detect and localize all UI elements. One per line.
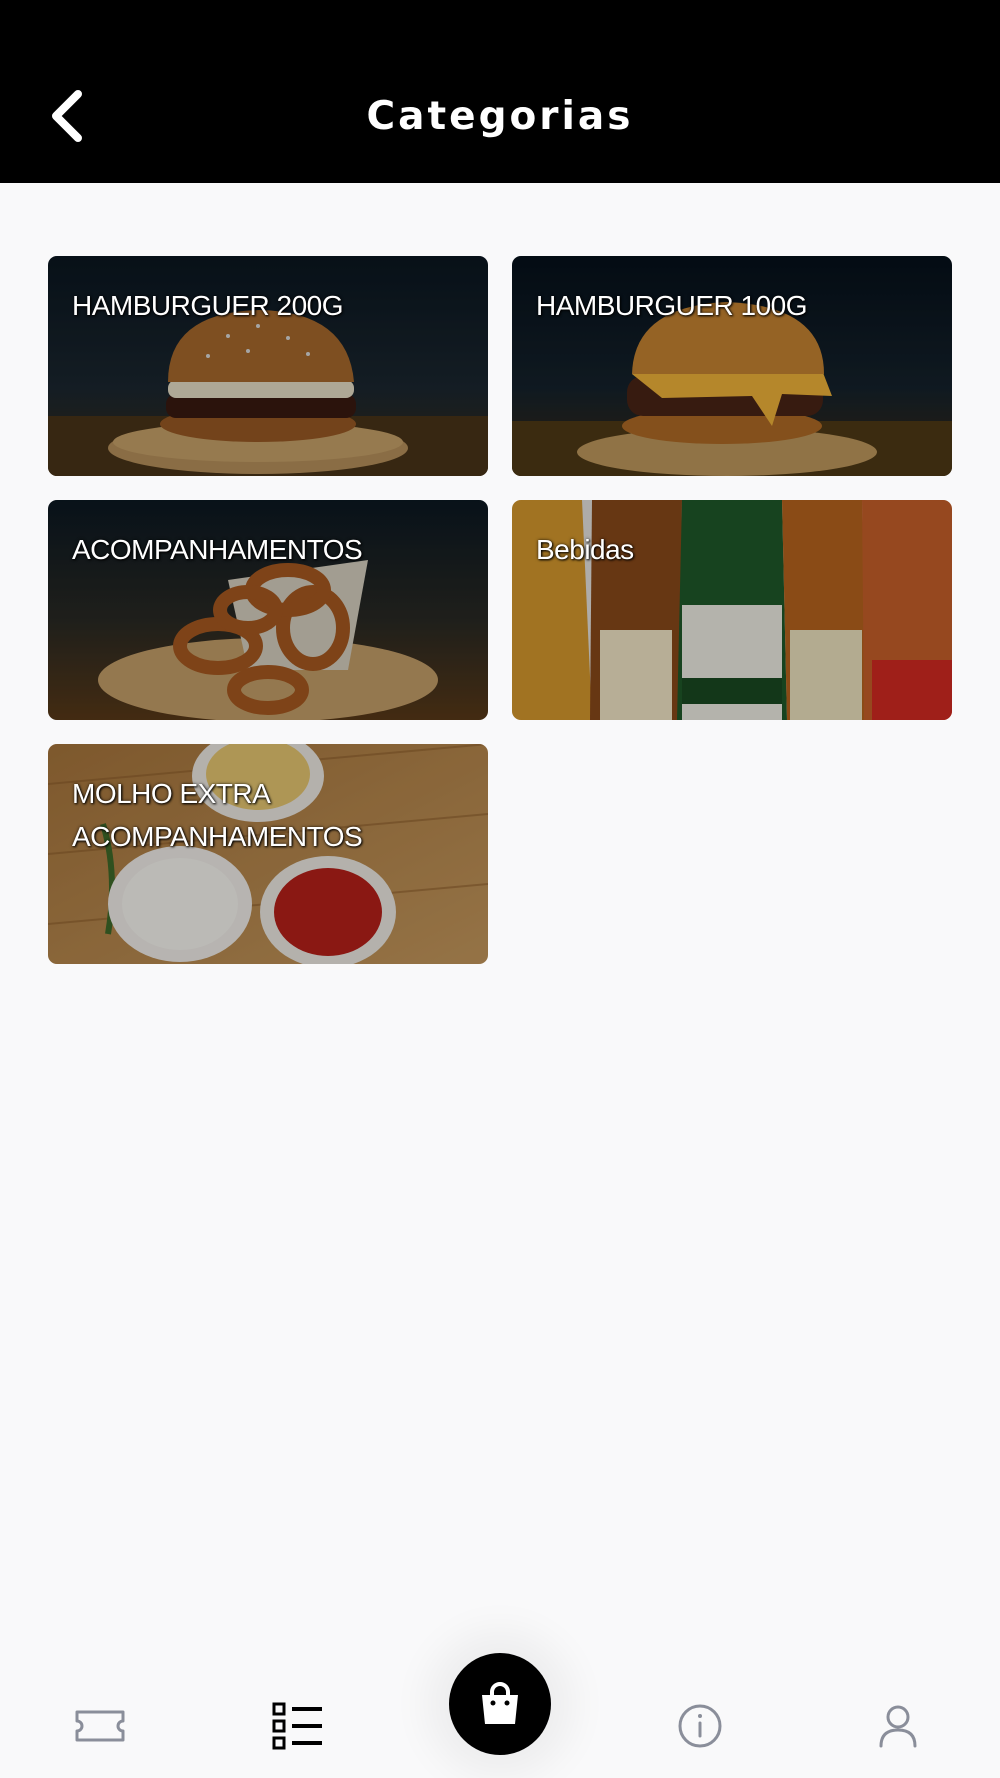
category-card-acompanhamentos[interactable]: ACOMPANHAMENTOS xyxy=(48,500,488,720)
category-label: HAMBURGUER 200G xyxy=(72,290,344,321)
top-app-bar: Categorias xyxy=(0,0,1000,183)
category-label: HAMBURGUER 100G xyxy=(536,290,808,321)
ticket-icon xyxy=(75,1710,125,1742)
info-icon xyxy=(678,1704,722,1748)
list-icon xyxy=(272,1702,322,1750)
category-label: ACOMPANHAMENTOS xyxy=(72,534,363,565)
nav-item-info[interactable] xyxy=(660,1686,740,1766)
nav-item-coupons[interactable] xyxy=(60,1686,140,1766)
page-title: Categorias xyxy=(366,94,634,139)
category-card-hamburguer-200g[interactable]: HAMBURGUER 200G xyxy=(48,256,488,476)
nav-item-profile[interactable] xyxy=(858,1686,938,1766)
nav-item-categories[interactable] xyxy=(258,1686,338,1766)
bottom-navigation xyxy=(0,1620,1000,1778)
user-icon xyxy=(879,1705,917,1748)
shopping-bag-icon xyxy=(482,1682,518,1724)
category-card-bebidas[interactable]: Bebidas xyxy=(512,500,952,720)
cart-button[interactable] xyxy=(449,1653,551,1755)
category-label: Bebidas xyxy=(536,534,634,565)
category-label: MOLHO EXTRA ACOMPANHAMENTOS xyxy=(72,778,363,852)
category-card-hamburguer-100g[interactable]: HAMBURGUER 100G xyxy=(512,256,952,476)
category-card-molho-extra-acompanhamentos[interactable]: MOLHO EXTRA ACOMPANHAMENTOS xyxy=(48,744,488,964)
